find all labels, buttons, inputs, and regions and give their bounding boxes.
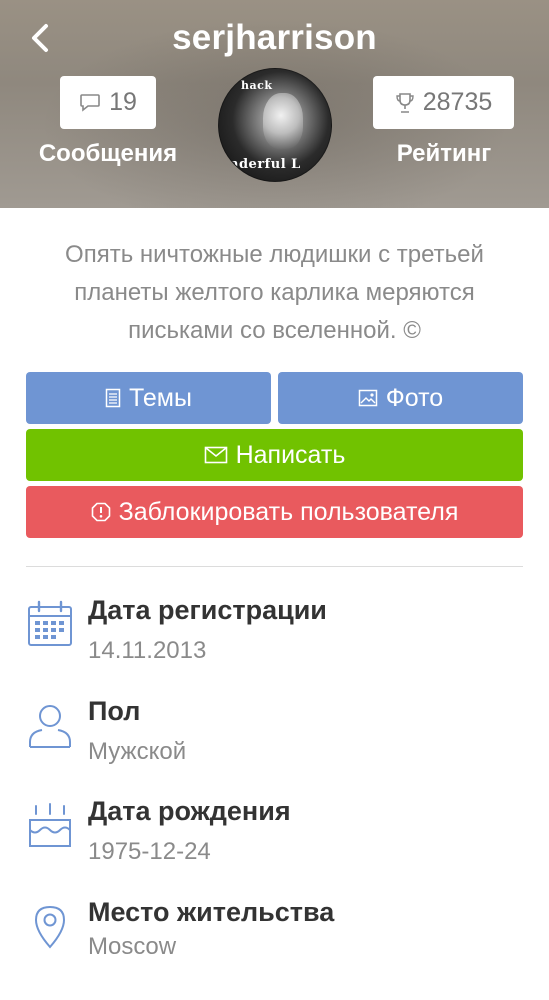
photos-button-label: Фото — [385, 383, 444, 412]
avatar[interactable]: hack nderful L — [218, 68, 332, 182]
cake-icon — [29, 803, 71, 847]
profile-header: serjharrison 19 Сообщения hack nderful L… — [0, 0, 549, 208]
avatar-text-top: hack — [241, 79, 273, 92]
topics-button[interactable]: Темы — [26, 372, 271, 424]
info-title: Место жительства — [88, 897, 335, 927]
calendar-icon — [28, 600, 72, 646]
info-row-gender: Пол Мужской — [26, 696, 526, 786]
info-row-location: Место жительства Moscow — [26, 897, 526, 987]
block-user-button-label: Заблокировать пользователя — [118, 497, 459, 526]
photos-button[interactable]: Фото — [278, 372, 523, 424]
envelope-icon — [204, 446, 227, 464]
rating-value: 28735 — [422, 88, 493, 116]
section-divider — [26, 566, 523, 567]
profile-username: serjharrison — [172, 18, 377, 57]
info-value: Moscow — [88, 933, 177, 960]
document-icon — [105, 388, 121, 408]
write-message-button[interactable]: Написать — [26, 429, 523, 481]
messages-count-box[interactable]: 19 — [60, 76, 156, 129]
info-row-birthdate: Дата рождения 1975-12-24 — [26, 796, 526, 886]
comment-icon — [80, 93, 100, 112]
trophy-icon — [396, 92, 414, 113]
avatar-face — [263, 93, 303, 149]
info-title: Пол — [88, 696, 141, 726]
info-value: Мужской — [88, 738, 187, 765]
avatar-text-bottom: nderful L — [229, 157, 301, 172]
info-row-registration: Дата регистрации 14.11.2013 — [26, 595, 526, 685]
user-icon — [29, 705, 71, 748]
rating-label: Рейтинг — [396, 140, 492, 167]
block-user-button[interactable]: Заблокировать пользователя — [26, 486, 523, 538]
location-pin-icon — [34, 905, 66, 949]
info-value: 1975-12-24 — [88, 838, 211, 865]
write-message-button-label: Написать — [235, 440, 346, 469]
info-title: Дата регистрации — [88, 595, 327, 625]
rating-box[interactable]: 28735 — [373, 76, 514, 129]
topics-button-label: Темы — [129, 383, 192, 412]
info-title: Дата рождения — [88, 796, 291, 826]
profile-status-text: Опять ничтожные людишки с третьей планет… — [65, 241, 484, 344]
info-value: 14.11.2013 — [88, 637, 207, 664]
warning-octagon-icon — [91, 502, 110, 522]
messages-label: Сообщения — [38, 140, 178, 167]
messages-count: 19 — [109, 88, 137, 116]
photo-icon — [358, 389, 378, 407]
